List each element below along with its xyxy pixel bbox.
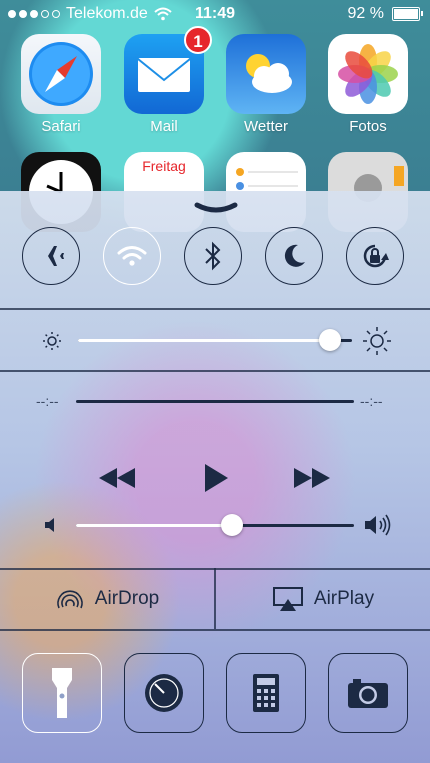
volume-fill: [76, 524, 232, 527]
airdrop-label: AirDrop: [94, 587, 160, 609]
divider: [0, 308, 430, 310]
airplane-mode-toggle[interactable]: [22, 227, 80, 285]
rotation-lock-icon: [363, 244, 389, 268]
flashlight-icon: [52, 668, 72, 718]
app-photos[interactable]: Fotos: [328, 34, 408, 135]
app-label: Mail: [150, 118, 178, 135]
wifi-toggle[interactable]: [103, 227, 161, 285]
playback-scrubber[interactable]: [76, 400, 354, 403]
brightness-low-icon: [43, 332, 61, 350]
battery-icon: [392, 7, 423, 21]
weather-icon: [246, 54, 292, 93]
elapsed-time: --:--: [36, 393, 59, 409]
brightness-slider[interactable]: [78, 329, 352, 351]
fast-forward-icon[interactable]: [293, 467, 331, 489]
airplay-button[interactable]: AirPlay: [216, 568, 430, 629]
wifi-icon: [117, 246, 147, 266]
app-mail[interactable]: 1 Mail: [124, 26, 212, 135]
bluetooth-icon: [205, 241, 221, 271]
airplane-icon: [39, 246, 64, 266]
timer-button[interactable]: [124, 653, 204, 733]
do-not-disturb-toggle[interactable]: [265, 227, 323, 285]
airplay-label: AirPlay: [313, 587, 375, 609]
photos-icon: [338, 44, 398, 104]
moon-icon: [284, 244, 305, 267]
app-label: Fotos: [349, 118, 387, 135]
volume-high-icon: [365, 514, 391, 536]
airdrop-button[interactable]: AirDrop: [0, 568, 214, 629]
battery-percent: 92 %: [347, 5, 384, 22]
volume-slider[interactable]: [76, 514, 354, 536]
control-center: --:-- --:-- AirDrop AirPlay: [0, 191, 430, 763]
volume-knob[interactable]: [221, 514, 243, 536]
camera-icon: [348, 679, 388, 708]
volume-low-icon: [45, 518, 54, 532]
camera-button[interactable]: [328, 653, 408, 733]
bluetooth-toggle[interactable]: [184, 227, 242, 285]
airplay-icon: [272, 586, 303, 611]
play-icon[interactable]: [203, 463, 229, 493]
app-safari[interactable]: Safari: [21, 34, 101, 135]
toggle-row: [0, 227, 430, 299]
app-label: Wetter: [244, 118, 288, 135]
brightness-high-icon: [363, 327, 391, 355]
app-label: Safari: [41, 118, 81, 135]
timer-icon: [145, 674, 183, 712]
rotation-lock-toggle[interactable]: [346, 227, 404, 285]
divider: [0, 370, 430, 372]
flashlight-button[interactable]: [22, 653, 102, 733]
chevron-down-icon[interactable]: [193, 201, 239, 215]
rewind-icon[interactable]: [98, 467, 136, 489]
brightness-fill: [78, 339, 330, 342]
safari-icon: [29, 42, 93, 106]
brightness-knob[interactable]: [319, 329, 341, 351]
calculator-icon: [253, 674, 279, 712]
airdrop-icon: [57, 589, 83, 608]
divider: [0, 629, 430, 631]
remaining-time: --:--: [360, 393, 383, 409]
calendar-icon: Freitag: [142, 158, 186, 174]
status-bar: Telekom.de 11:49 92 %: [0, 0, 430, 30]
unread-badge: 1: [184, 26, 212, 54]
app-weather[interactable]: Wetter: [226, 34, 306, 135]
status-right: 92 %: [347, 5, 423, 23]
calculator-button[interactable]: [226, 653, 306, 733]
